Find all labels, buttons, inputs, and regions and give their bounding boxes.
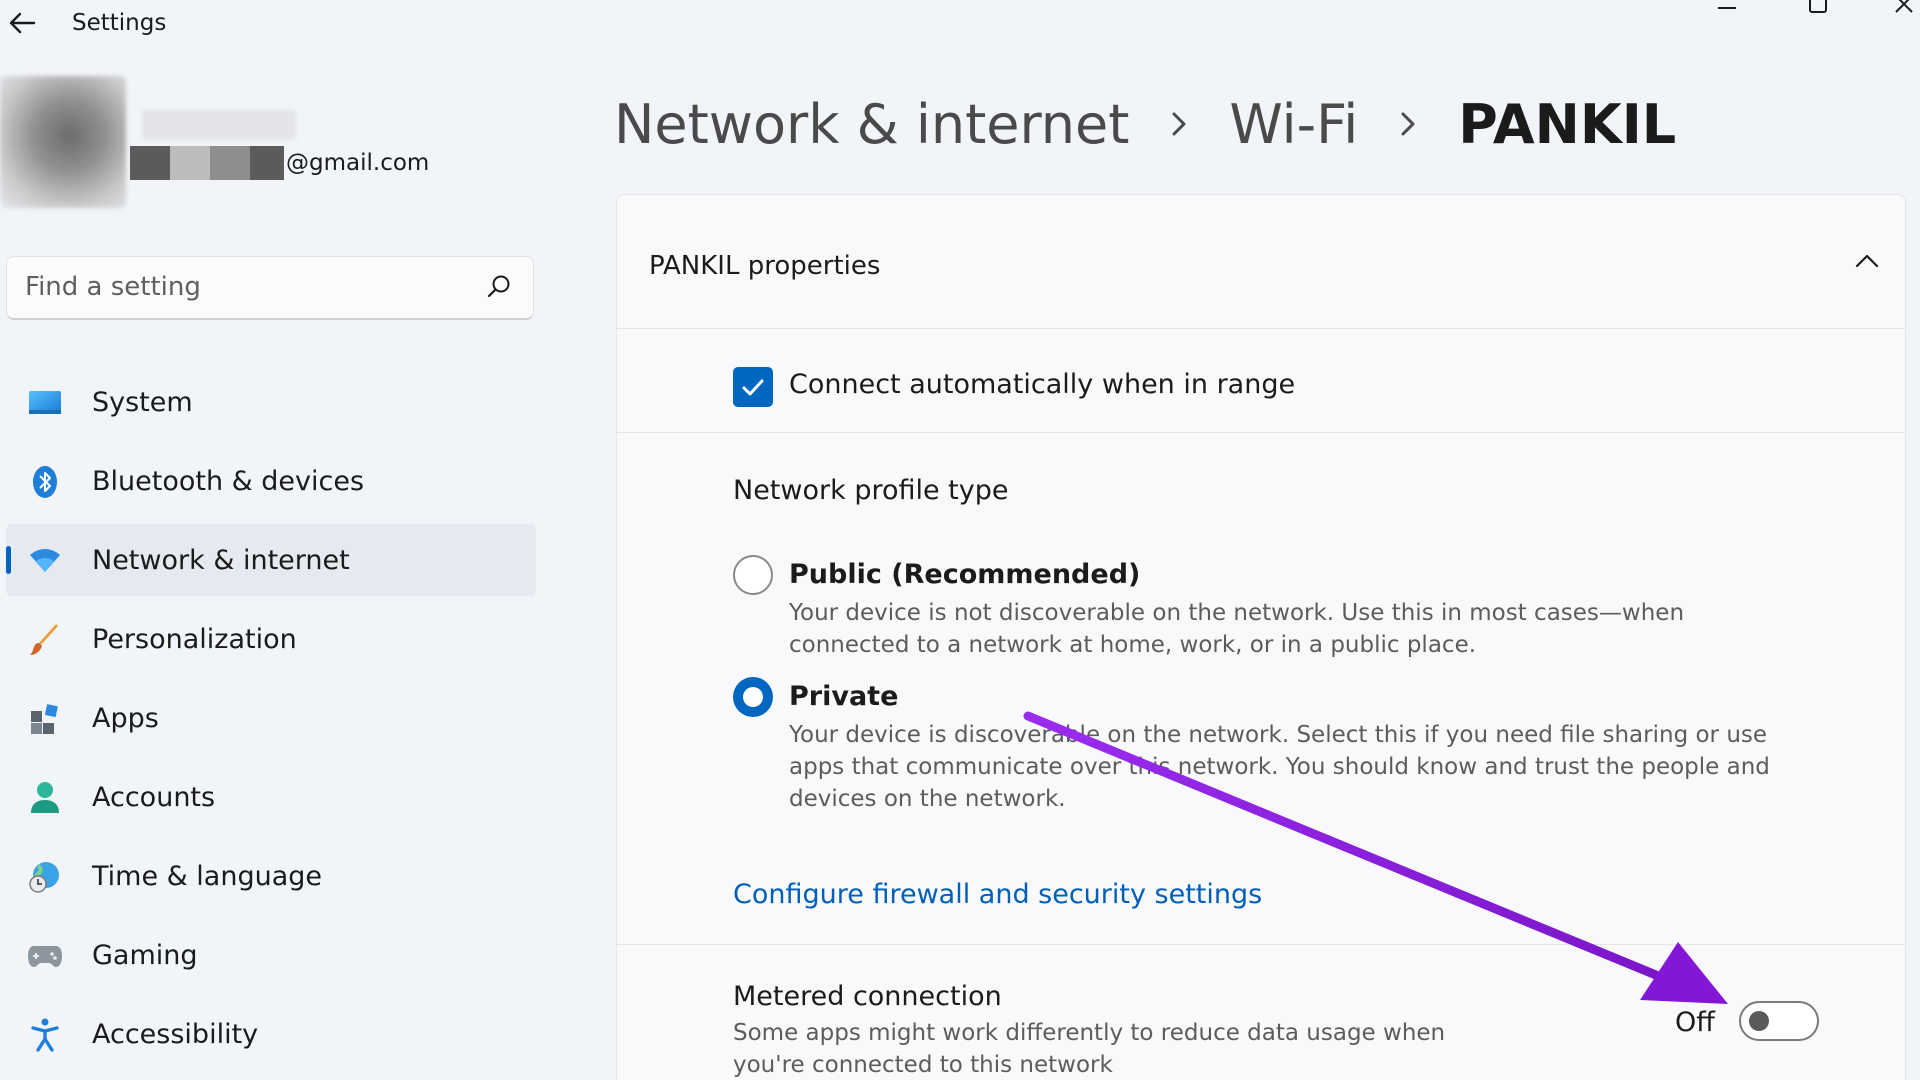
search-icon[interactable] xyxy=(485,273,513,301)
chevron-right-icon xyxy=(1163,108,1195,140)
email-redaction-block xyxy=(250,146,284,180)
bluetooth-icon xyxy=(28,465,62,499)
properties-title: PANKIL properties xyxy=(649,251,881,281)
public-option-description: Your device is not discoverable on the n… xyxy=(789,600,1685,658)
connect-automatically-label: Connect automatically when in range xyxy=(789,369,1296,400)
sidebar-item-label: System xyxy=(92,386,193,418)
sidebar-item-personalization[interactable]: Personalization xyxy=(6,603,536,675)
metered-connection-title: Metered connection xyxy=(733,981,1002,1012)
search-box[interactable] xyxy=(6,256,534,320)
account-email: @gmail.com xyxy=(130,146,429,180)
metered-connection-toggle[interactable] xyxy=(1739,1001,1819,1041)
sidebar-item-network[interactable]: Network & internet xyxy=(6,524,536,596)
apps-icon xyxy=(28,702,62,736)
active-indicator xyxy=(6,546,11,574)
wifi-icon xyxy=(28,544,62,578)
search-input[interactable] xyxy=(25,257,465,317)
checkmark-icon xyxy=(742,379,764,396)
page-title: PANKIL xyxy=(1458,92,1677,156)
maximize-button[interactable] xyxy=(1792,0,1842,20)
sidebar-item-accounts[interactable]: Accounts xyxy=(6,761,536,833)
breadcrumb-network-internet[interactable]: Network & internet xyxy=(614,93,1129,156)
sidebar-item-label: Apps xyxy=(92,702,159,734)
sidebar-item-bluetooth[interactable]: Bluetooth & devices xyxy=(6,445,536,517)
metered-toggle-state: Off xyxy=(1675,1007,1715,1038)
private-option-description: Your device is discoverable on the netwo… xyxy=(789,722,1770,812)
private-radio[interactable] xyxy=(733,677,773,717)
app-title: Settings xyxy=(72,10,167,36)
sidebar-item-label: Network & internet xyxy=(92,544,350,576)
firewall-settings-link[interactable]: Configure firewall and security settings xyxy=(733,879,1262,910)
connect-automatically-row: Connect automatically when in range xyxy=(617,329,1905,433)
accessibility-icon xyxy=(28,1018,62,1052)
sidebar-item-system[interactable]: System xyxy=(6,366,536,438)
email-redaction-block xyxy=(170,146,210,180)
sidebar-item-accessibility[interactable]: Accessibility xyxy=(6,998,536,1070)
gamepad-icon xyxy=(28,939,62,973)
email-redaction-block xyxy=(130,146,170,180)
breadcrumb: Network & internet Wi-Fi PANKIL xyxy=(614,86,1676,162)
brush-icon xyxy=(28,623,62,657)
sidebar-item-label: Gaming xyxy=(92,939,198,971)
network-profile-section: Network profile type Public (Recommended… xyxy=(617,433,1905,945)
breadcrumb-wifi[interactable]: Wi-Fi xyxy=(1229,93,1358,156)
private-option-label: Private xyxy=(789,681,899,712)
system-icon xyxy=(28,386,62,420)
properties-card: PANKIL properties Connect automatically … xyxy=(616,194,1906,1080)
back-arrow-icon[interactable] xyxy=(8,10,36,36)
public-radio[interactable] xyxy=(733,555,773,595)
email-redaction-block xyxy=(210,146,250,180)
person-icon xyxy=(28,781,62,815)
properties-header[interactable]: PANKIL properties xyxy=(617,195,1905,329)
close-button[interactable] xyxy=(1880,0,1920,20)
avatar[interactable] xyxy=(0,76,126,208)
minimize-button[interactable] xyxy=(1700,0,1750,20)
title-bar: Settings xyxy=(0,0,1920,46)
sidebar: @gmail.com System Bluetooth & devices Ne… xyxy=(0,46,560,1080)
sidebar-item-label: Personalization xyxy=(92,623,297,655)
chevron-up-icon[interactable] xyxy=(1849,243,1885,279)
sidebar-item-label: Accounts xyxy=(92,781,216,813)
chevron-right-icon xyxy=(1392,108,1424,140)
sidebar-item-label: Bluetooth & devices xyxy=(92,465,365,497)
network-profile-title: Network profile type xyxy=(733,475,1009,506)
sidebar-item-time-language[interactable]: Time & language xyxy=(6,840,536,912)
sidebar-item-gaming[interactable]: Gaming xyxy=(6,919,536,991)
sidebar-item-label: Accessibility xyxy=(92,1018,259,1050)
email-suffix: @gmail.com xyxy=(286,150,430,176)
public-option-label: Public (Recommended) xyxy=(789,559,1141,590)
connect-automatically-checkbox[interactable] xyxy=(733,367,773,407)
sidebar-item-label: Time & language xyxy=(92,860,323,892)
globe-clock-icon xyxy=(28,860,62,894)
metered-connection-row: Metered connection Some apps might work … xyxy=(617,945,1905,1080)
sidebar-nav: System Bluetooth & devices Network & int… xyxy=(6,366,536,1077)
toggle-knob xyxy=(1749,1011,1769,1031)
sidebar-item-apps[interactable]: Apps xyxy=(6,682,536,754)
account-name-redacted xyxy=(142,110,296,140)
metered-connection-description: Some apps might work differently to redu… xyxy=(733,1020,1446,1078)
